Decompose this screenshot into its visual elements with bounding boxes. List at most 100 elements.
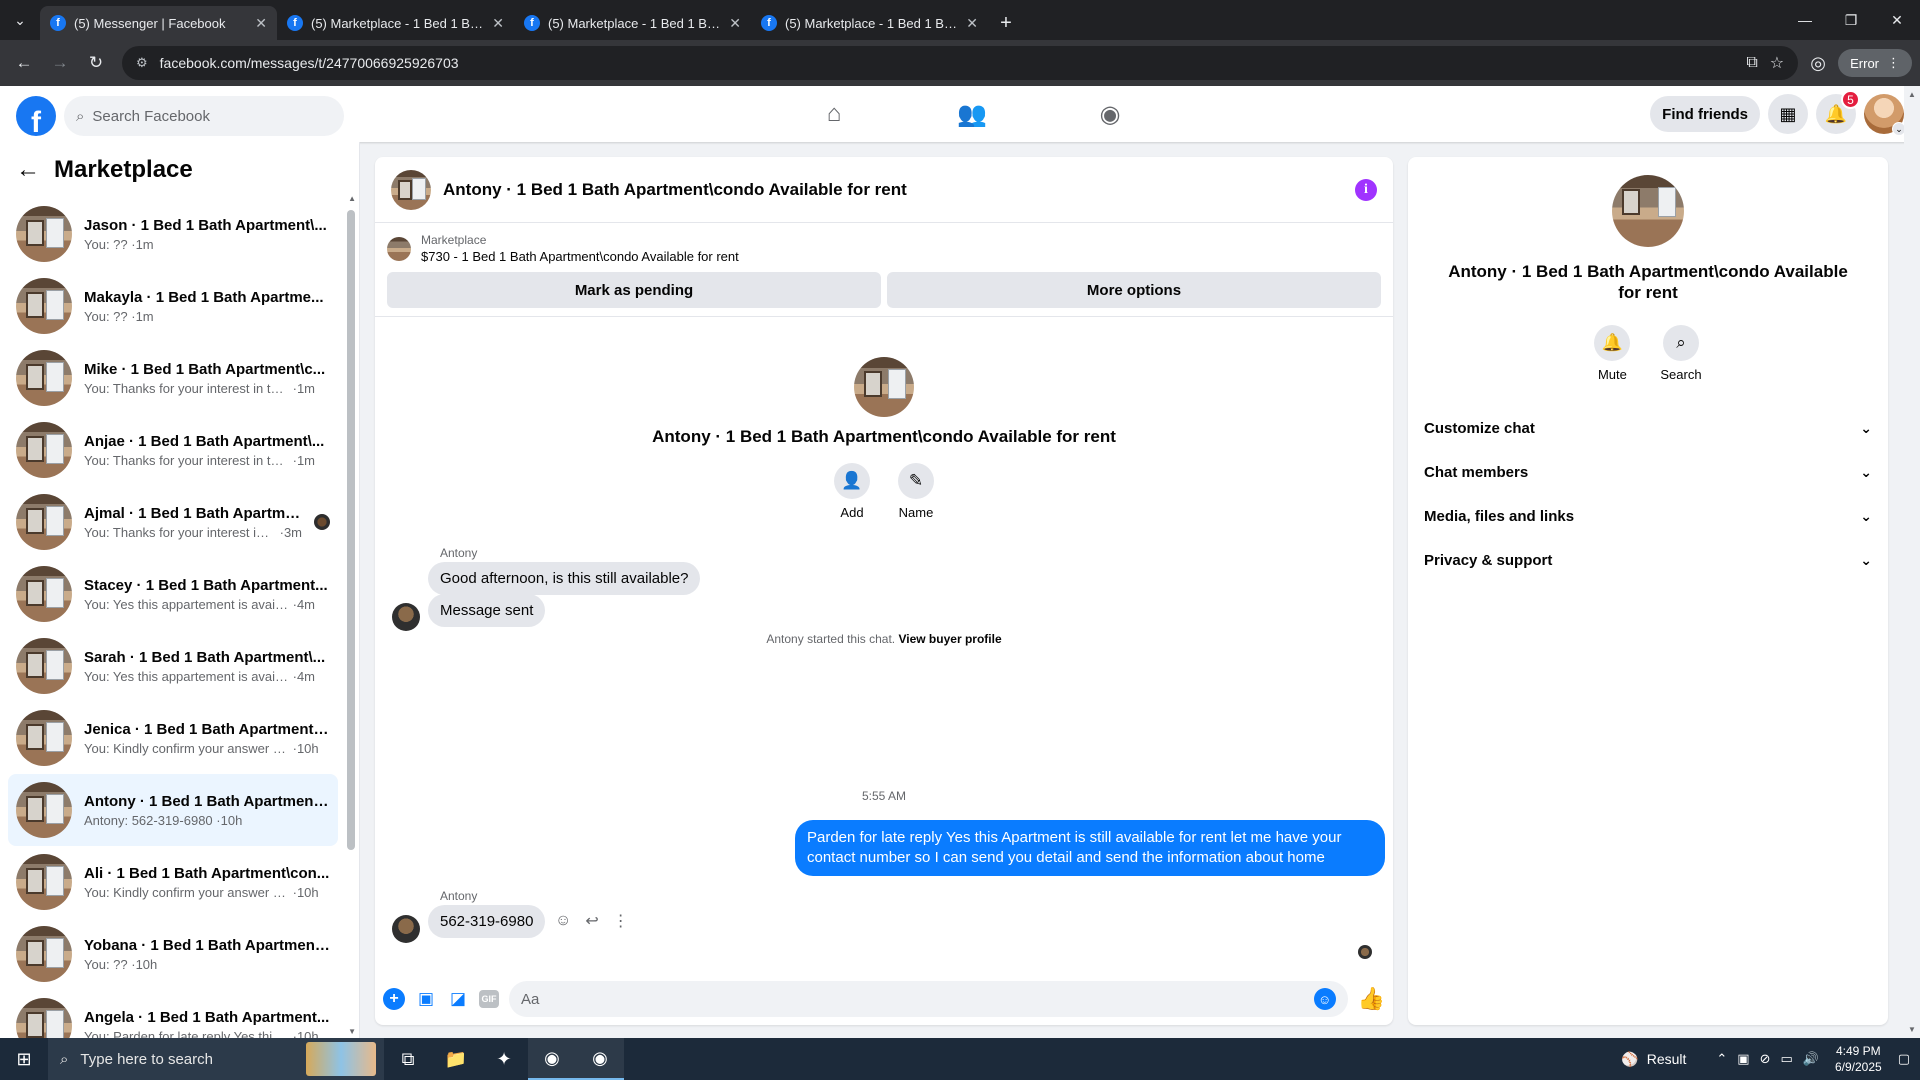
chat-list-item[interactable]: Anjae · 1 Bed 1 Bath Apartment\... You: T… [8,414,338,486]
close-tab-icon[interactable]: ✕ [492,15,504,32]
edit-name-button[interactable]: ✎ Name [898,463,934,520]
back-icon[interactable]: ← [8,47,40,79]
search-in-chat-button[interactable]: ⌕ Search [1660,325,1702,382]
chat-list-scrollbar[interactable] [347,210,355,850]
more-actions-icon[interactable]: ⋮ [613,911,629,931]
new-tab-button[interactable]: + [988,6,1024,40]
add-people-button[interactable]: 👤 Add [834,463,870,520]
home-icon[interactable]: ⌂ [765,86,903,142]
scroll-down-icon[interactable]: ▼ [1908,1025,1916,1034]
sender-avatar[interactable] [392,915,420,943]
chat-list-item[interactable]: Makayla · 1 Bed 1 Bath Apartme... You: ??… [8,270,338,342]
facebook-logo-icon[interactable]: f [16,96,56,136]
chat-avatar [16,350,72,406]
chrome-icon[interactable]: ◉ [528,1038,576,1080]
conversation-title[interactable]: Antony · 1 Bed 1 Bath Apartment\condo Av… [443,180,1343,200]
omnibox[interactable]: ⚙ facebook.com/messages/t/24770066925926… [122,46,1799,80]
tray-chevron-up-icon[interactable]: ⌃ [1716,1051,1727,1067]
chat-list-item[interactable]: Stacey · 1 Bed 1 Bath Apartment... You: Y… [8,558,338,630]
back-arrow-icon[interactable]: ← [16,156,40,184]
message-input[interactable]: Aa ☺ [509,981,1348,1017]
privacy-support-section[interactable]: Privacy & support ⌄ [1424,538,1872,582]
notification-center-icon[interactable]: ▢ [1898,1051,1910,1067]
tray-app-icon[interactable]: ▣ [1737,1051,1749,1067]
emoji-icon[interactable]: ☺ [1313,988,1336,1010]
browser-tab-3[interactable]: f (5) Marketplace - 1 Bed 1 Bath ✕ [514,6,751,40]
chat-list-item[interactable]: Ali · 1 Bed 1 Bath Apartment\con... You: … [8,846,338,918]
bookmark-star-icon[interactable]: ☆ [1770,53,1784,73]
plus-icon[interactable]: + [383,988,405,1010]
app-icon[interactable]: ✦ [480,1038,528,1080]
windows-start-icon[interactable]: ⊞ [0,1038,48,1080]
mute-button[interactable]: 🔔 Mute [1594,325,1631,382]
install-app-icon[interactable]: ⧉ [1746,54,1757,72]
forward-icon[interactable]: → [44,47,76,79]
search-facebook-input[interactable]: ⌕ Search Facebook [64,96,344,136]
chat-name: Yobana · 1 Bed 1 Bath Apartment... [84,936,330,954]
file-explorer-icon[interactable]: 📁 [432,1038,480,1080]
restore-icon[interactable]: ❐ [1828,0,1874,40]
message-bubble[interactable]: 562-319-6980 [428,905,546,938]
menu-grid-icon[interactable]: ▦ [1768,94,1808,134]
more-options-button[interactable]: More options [887,272,1381,308]
view-buyer-profile-link[interactable]: View buyer profile [898,632,1001,646]
customize-chat-section[interactable]: Customize chat ⌄ [1424,406,1872,450]
tab-search-button[interactable]: ⌄ [0,0,40,40]
page-scrollbar[interactable]: ▲ ▼ [1904,86,1920,1038]
browser-tab-4[interactable]: f (5) Marketplace - 1 Bed 1 Bath ✕ [751,6,988,40]
react-emoji-icon[interactable]: ☺ [555,912,571,930]
mark-as-pending-button[interactable]: Mark as pending [387,272,881,308]
chat-members-section[interactable]: Chat members ⌄ [1424,450,1872,494]
chrome-profile-app-icon[interactable]: ◉ [576,1038,624,1080]
chat-list-item[interactable]: Jenica · 1 Bed 1 Bath Apartment\... You: … [8,702,338,774]
close-tab-icon[interactable]: ✕ [966,15,978,32]
chat-list-item[interactable]: Ajmal · 1 Bed 1 Bath Apartmen... You: Tha… [8,486,338,558]
media-files-links-section[interactable]: Media, files and links ⌄ [1424,494,1872,538]
system-clock[interactable]: 4:49 PM 6/9/2025 [1835,1043,1882,1075]
chat-list-item[interactable]: Jason · 1 Bed 1 Bath Apartment\... You: ?… [8,198,338,270]
chat-list-item[interactable]: Mike · 1 Bed 1 Bath Apartment\c... You: T… [8,342,338,414]
find-friends-button[interactable]: Find friends [1650,96,1760,132]
close-window-icon[interactable]: ✕ [1874,0,1920,40]
chat-list-item[interactable]: Antony · 1 Bed 1 Bath Apartment... Antony… [8,774,338,846]
scroll-up-icon[interactable]: ▲ [348,194,356,203]
thumbs-up-icon[interactable]: 👍 [1358,986,1385,1012]
display-icon[interactable]: ▭ [1781,1051,1793,1067]
taskbar-search-box[interactable]: ⌕ Type here to search [48,1038,384,1080]
sticker-icon[interactable]: ◪ [447,988,469,1010]
error-button[interactable]: Error ⋮ [1838,49,1912,77]
chat-list-item[interactable]: Yobana · 1 Bed 1 Bath Apartment... You: ?… [8,918,338,990]
volume-icon[interactable]: 🔊 [1803,1051,1819,1067]
sender-avatar[interactable] [392,603,420,631]
listing-avatar[interactable] [391,169,431,210]
notifications-bell-icon[interactable]: 🔔 5 [1816,90,1860,134]
scroll-up-icon[interactable]: ▲ [1908,90,1916,99]
site-info-icon[interactable]: ⚙ [136,55,148,71]
chat-list-item[interactable]: Angela · 1 Bed 1 Bath Apartment... You: P… [8,990,338,1038]
result-widget[interactable]: ⚾ Result [1621,1051,1686,1068]
bell-icon: 🔔 [1594,325,1631,361]
chrome-profile-icon[interactable]: ◎ [1802,47,1834,79]
url-text[interactable]: facebook.com/messages/t/2477006692592670… [160,55,459,71]
account-avatar[interactable]: ⌄ [1864,94,1906,136]
minimize-icon[interactable]: — [1782,0,1828,40]
photo-icon[interactable]: ▣ [415,988,437,1010]
browser-tab-1[interactable]: f (5) Messenger | Facebook ✕ [40,6,277,40]
reload-icon[interactable]: ↻ [80,47,112,79]
close-tab-icon[interactable]: ✕ [255,15,267,32]
scroll-down-icon[interactable]: ▼ [348,1027,356,1036]
message-bubble[interactable]: Good afternoon, is this still available? [428,562,701,595]
chat-list-item[interactable]: Sarah · 1 Bed 1 Bath Apartment\... You: Y… [8,630,338,702]
network-off-icon[interactable]: ⊘ [1760,1051,1771,1067]
listing-row[interactable]: Marketplace $730 - 1 Bed 1 Bath Apartmen… [387,233,1381,264]
info-icon[interactable]: i [1355,178,1377,201]
browser-tab-2[interactable]: f (5) Marketplace - 1 Bed 1 Bath ✕ [277,6,514,40]
groups-icon[interactable]: ◉ [1041,86,1179,142]
gif-icon[interactable]: GIF [479,990,499,1008]
reply-icon[interactable]: ↩ [585,911,598,931]
close-tab-icon[interactable]: ✕ [729,15,741,32]
friends-icon[interactable]: 👥 [903,86,1041,142]
my-message-bubble[interactable]: Parden for late reply Yes this Apartment… [795,820,1385,876]
message-bubble[interactable]: Message sent [428,594,546,627]
task-view-icon[interactable]: ⧉ [384,1038,432,1080]
